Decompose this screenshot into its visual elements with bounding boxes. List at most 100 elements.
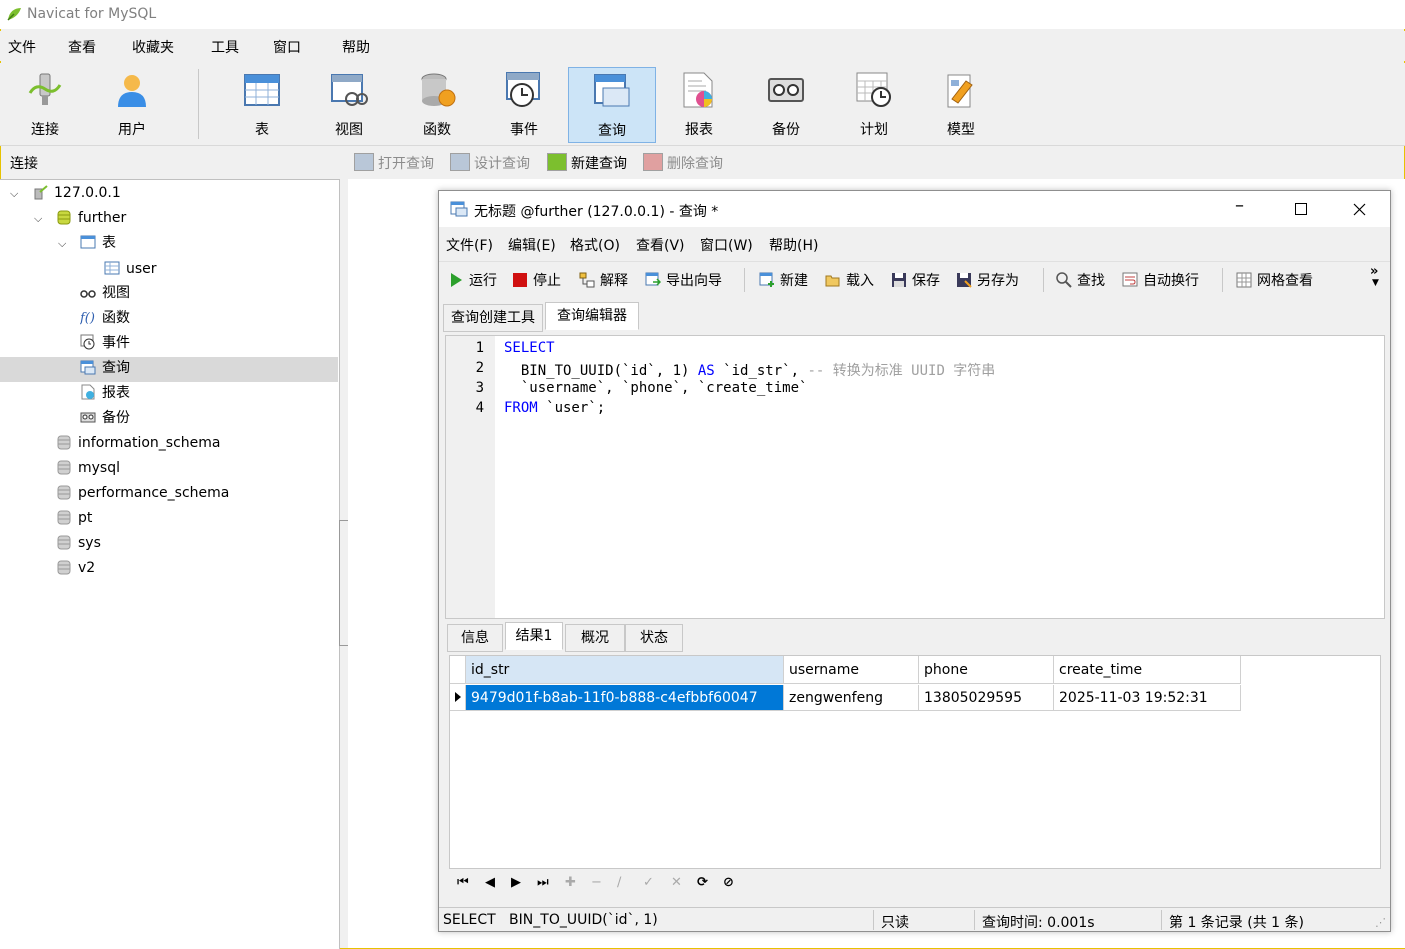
- tree-item-backups[interactable]: 备份: [80, 406, 130, 431]
- report-icon: [81, 384, 95, 400]
- tree-item-tables[interactable]: ⌵ 表: [58, 231, 116, 256]
- export-wizard-button[interactable]: 导出向导: [645, 270, 722, 290]
- qmenu-window[interactable]: 窗口(W): [700, 235, 753, 255]
- close-button[interactable]: [1353, 203, 1366, 216]
- toolbar-overflow-chevron-icon[interactable]: »: [1370, 264, 1378, 279]
- run-button[interactable]: 运行: [448, 270, 497, 290]
- word-wrap-icon: [1122, 272, 1138, 287]
- save-button[interactable]: 保存: [891, 270, 940, 290]
- toolbar-function-button[interactable]: 函数: [394, 67, 480, 141]
- result-tab-info[interactable]: 信息: [447, 624, 503, 652]
- column-header-id-str[interactable]: id_str: [466, 656, 784, 684]
- find-button[interactable]: 查找: [1056, 270, 1105, 290]
- design-query-button[interactable]: 设计查询: [450, 153, 530, 173]
- tree-item-db-information-schema[interactable]: information_schema: [56, 431, 221, 456]
- tree-item-table-user[interactable]: user: [104, 257, 157, 282]
- prev-record-icon[interactable]: ◀: [485, 875, 495, 890]
- status-divider: [1161, 910, 1162, 930]
- tree-item-db-mysql[interactable]: mysql: [56, 456, 120, 481]
- qmenu-edit[interactable]: 编辑(E): [508, 235, 556, 255]
- delete-query-button[interactable]: 删除查询: [643, 153, 723, 173]
- edit-record-icon[interactable]: ∕: [617, 875, 621, 890]
- tree-item-events[interactable]: 事件: [80, 331, 130, 356]
- collapse-arrow-icon[interactable]: ⌵: [58, 231, 66, 256]
- new-query-button[interactable]: 新建查询: [547, 153, 627, 173]
- column-header-username[interactable]: username: [784, 656, 919, 684]
- toolbar-user-button[interactable]: 用户: [89, 67, 175, 141]
- load-button[interactable]: 载入: [825, 270, 874, 290]
- tab-query-editor[interactable]: 查询编辑器: [545, 302, 639, 330]
- toolbar-table-button[interactable]: 表: [219, 67, 305, 141]
- tree-item-reports[interactable]: 报表: [80, 381, 130, 406]
- grid-cell-username[interactable]: zengwenfeng: [784, 685, 919, 711]
- menu-window[interactable]: 窗口: [273, 37, 301, 57]
- refresh-icon[interactable]: ⟳: [697, 875, 708, 890]
- discard-changes-icon[interactable]: ✕: [671, 875, 682, 890]
- explain-button[interactable]: 解释: [579, 270, 628, 290]
- grid-cell-id-str[interactable]: 9479d01f-b8ab-11f0-b888-c4efbbf60047: [466, 685, 784, 711]
- result-tab-result1[interactable]: 结果1: [505, 622, 563, 650]
- stop-icon: [513, 273, 527, 287]
- menu-tools[interactable]: 工具: [211, 37, 239, 57]
- tree-item-views[interactable]: 视图: [80, 281, 130, 306]
- collapse-arrow-icon[interactable]: ⌵: [10, 181, 18, 206]
- qmenu-help[interactable]: 帮助(H): [769, 235, 818, 255]
- row-indicator[interactable]: [450, 685, 466, 711]
- save-as-button[interactable]: 另存为: [956, 270, 1019, 290]
- first-record-icon[interactable]: ⏮: [457, 875, 469, 890]
- open-query-button[interactable]: 打开查询: [354, 153, 434, 173]
- add-record-icon[interactable]: ✚: [565, 875, 576, 890]
- toolbar-connection-button[interactable]: 连接: [2, 67, 88, 141]
- apply-changes-icon[interactable]: ✓: [643, 875, 654, 890]
- tab-query-builder[interactable]: 查询创建工具: [443, 304, 543, 332]
- collapse-arrow-icon[interactable]: ⌵: [34, 206, 42, 231]
- toolbar-view-button[interactable]: 视图: [306, 67, 392, 141]
- column-header-phone[interactable]: phone: [919, 656, 1054, 684]
- new-button[interactable]: 新建: [759, 270, 808, 290]
- menu-file[interactable]: 文件: [8, 37, 36, 57]
- stop-refresh-icon[interactable]: ⊘: [723, 875, 734, 890]
- grid-view-button[interactable]: 网格查看: [1236, 270, 1313, 290]
- menu-help[interactable]: 帮助: [342, 37, 370, 57]
- grid-cell-create-time[interactable]: 2025-11-03 19:52:31: [1054, 685, 1241, 711]
- tree-db-label: v2: [78, 560, 96, 576]
- word-wrap-button[interactable]: 自动换行: [1122, 270, 1199, 290]
- toolbar-query-button[interactable]: 查询: [568, 67, 656, 143]
- status-divider: [873, 910, 874, 930]
- menu-favorites[interactable]: 收藏夹: [132, 37, 174, 57]
- tree-item-queries[interactable]: 查询: [80, 356, 130, 381]
- sql-editor[interactable]: 1 2 3 4 SELECT BIN_TO_UUID(`id`, 1) AS `…: [445, 335, 1385, 619]
- toolbar-divider: [1043, 268, 1044, 292]
- tree-item-functions[interactable]: f() 函数: [80, 306, 130, 331]
- result-tab-status[interactable]: 状态: [625, 624, 683, 652]
- minimize-button[interactable]: –: [1235, 195, 1244, 216]
- stop-button[interactable]: 停止: [512, 270, 561, 290]
- tree-item-host[interactable]: ⌵ 127.0.0.1: [10, 181, 121, 206]
- model-icon: [947, 74, 973, 108]
- column-header-create-time[interactable]: create_time: [1054, 656, 1241, 684]
- tree-item-db-v2[interactable]: v2: [56, 556, 95, 581]
- line-number: 2: [475, 360, 484, 376]
- toolbar-backup-button[interactable]: 备份: [743, 67, 829, 141]
- tree-item-further[interactable]: ⌵ further: [34, 206, 126, 231]
- menu-view[interactable]: 查看: [68, 37, 96, 57]
- qmenu-format[interactable]: 格式(O): [570, 235, 620, 255]
- grid-cell-phone[interactable]: 13805029595: [919, 685, 1054, 711]
- toolbar-schedule-button[interactable]: 计划: [831, 67, 917, 141]
- new-query-icon: [759, 272, 774, 287]
- maximize-button[interactable]: [1295, 203, 1307, 215]
- tree-item-db-sys[interactable]: sys: [56, 531, 101, 556]
- last-record-icon[interactable]: ⏭: [537, 875, 549, 890]
- toolbar-model-button[interactable]: 模型: [918, 67, 1004, 141]
- tree-item-db-pt[interactable]: pt: [56, 506, 92, 531]
- qmenu-file[interactable]: 文件(F): [446, 235, 493, 255]
- toolbar-report-button[interactable]: 报表: [656, 67, 742, 141]
- qmenu-view[interactable]: 查看(V): [636, 235, 685, 255]
- toolbar-event-button[interactable]: 事件: [481, 67, 567, 141]
- delete-record-icon[interactable]: −: [591, 875, 602, 890]
- result-tab-profile[interactable]: 概况: [565, 624, 625, 652]
- tree-item-db-performance-schema[interactable]: performance_schema: [56, 481, 229, 506]
- resize-grip-icon[interactable]: ⋰: [1375, 916, 1386, 929]
- toolbar-overflow-dropdown-icon[interactable]: ▼: [1372, 278, 1379, 288]
- next-record-icon[interactable]: ▶: [511, 875, 521, 890]
